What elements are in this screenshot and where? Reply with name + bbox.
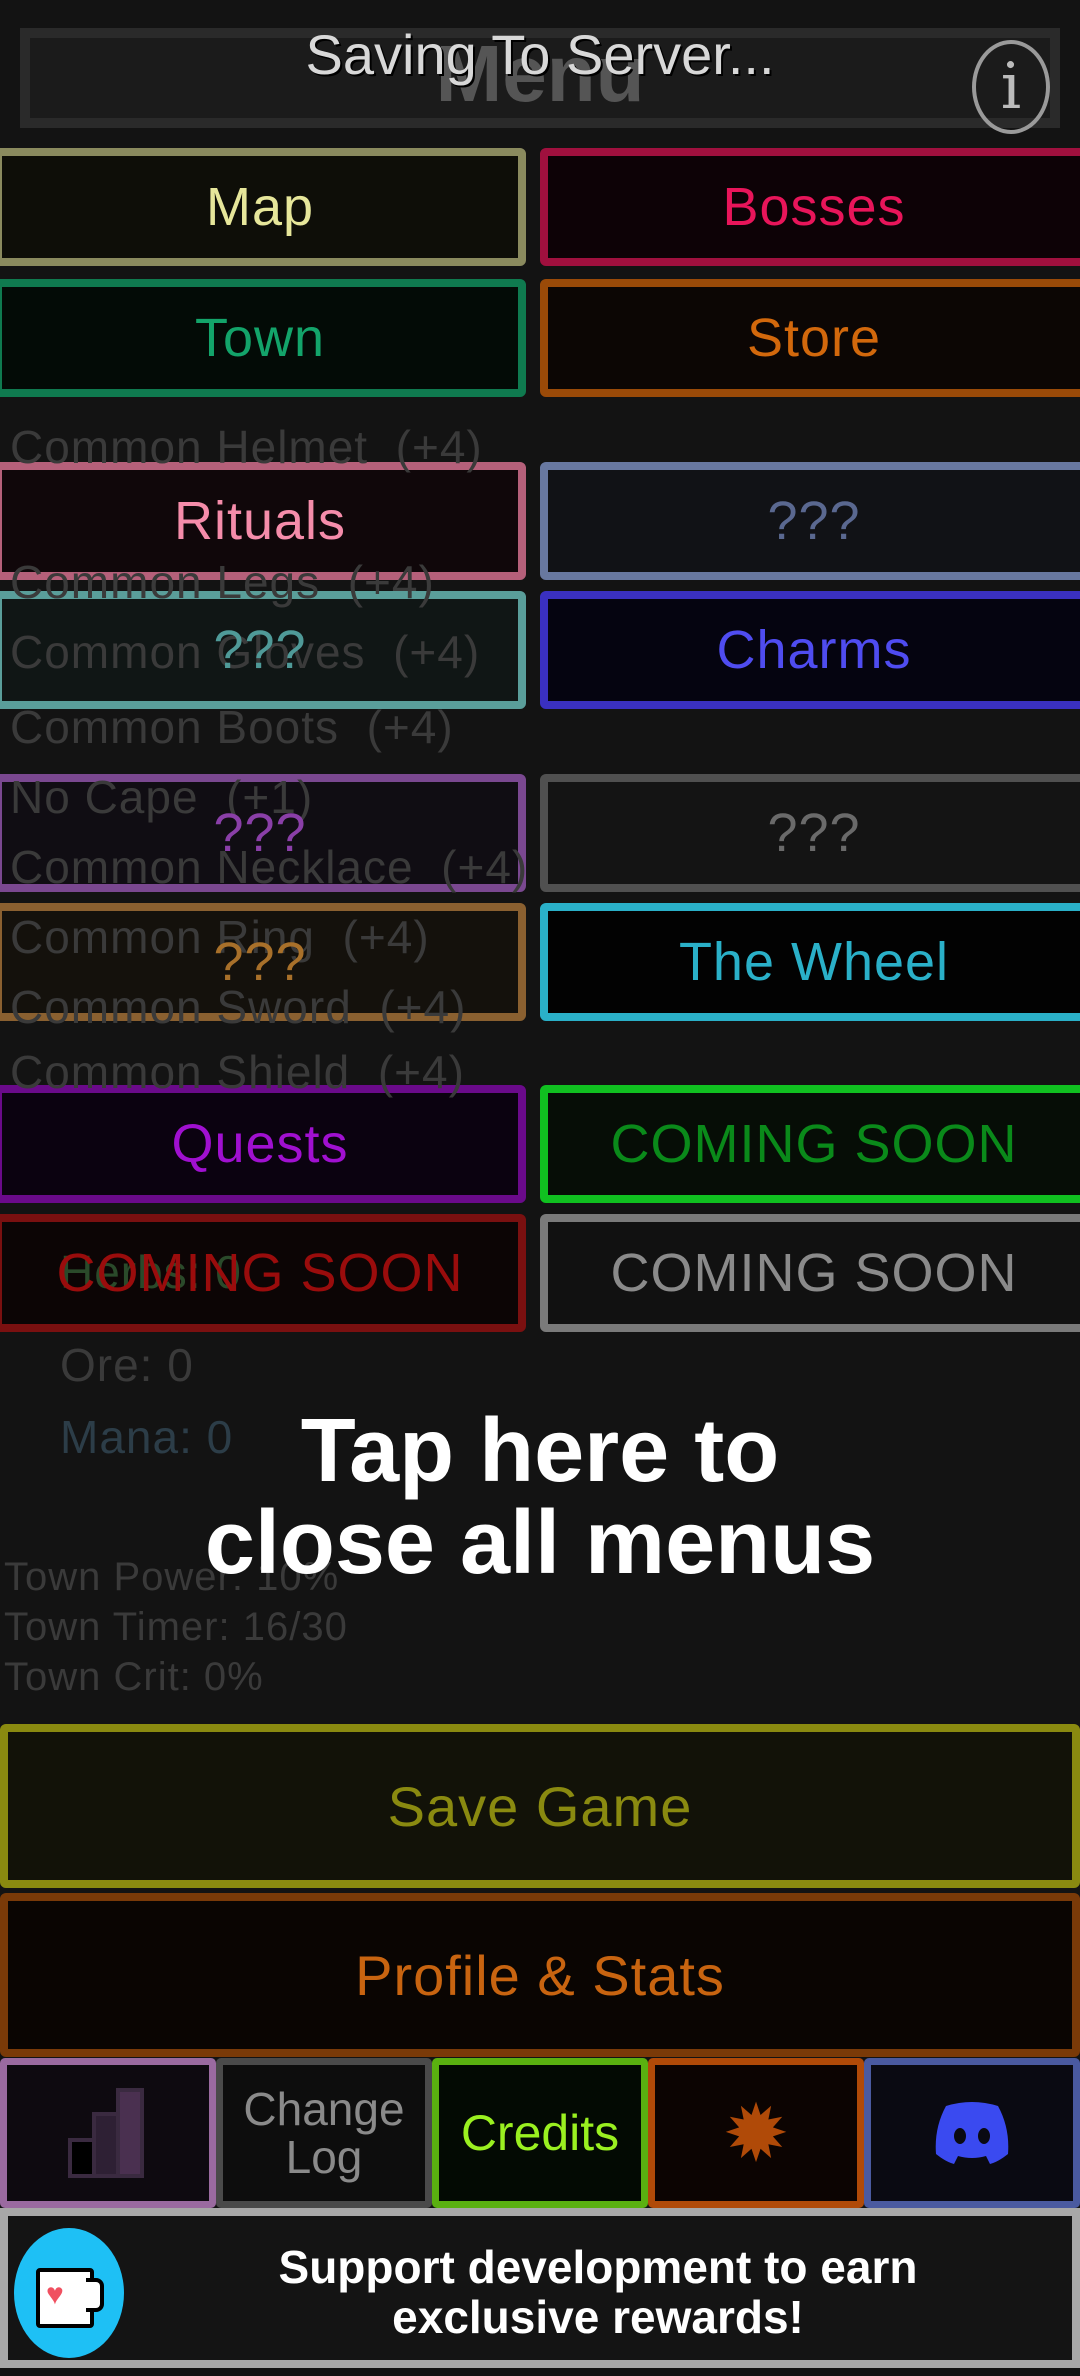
resource-ore: Ore: 0 — [60, 1339, 194, 1391]
support-text: Support development to earn exclusive re… — [278, 2241, 918, 2343]
close-hint-line-2: close all menus — [204, 1493, 876, 1593]
menu-button-quests[interactable]: Quests — [0, 1085, 526, 1203]
menu-button-label: ??? — [767, 491, 861, 551]
town-timer: Town Timer: 16/30 — [4, 1605, 348, 1649]
menu-button-locked[interactable]: ??? — [540, 462, 1080, 580]
menu-button-label: Quests — [171, 1114, 349, 1174]
menu-button-label: Store — [746, 308, 882, 368]
menu-button-map[interactable]: Map — [0, 148, 526, 266]
menu-button-coming-soon[interactable]: COMING SOON — [0, 1214, 526, 1332]
menu-button-locked[interactable]: ??? — [0, 774, 526, 892]
menu-button-label: ??? — [213, 620, 307, 680]
profile-stats-button[interactable]: Profile & Stats — [0, 1893, 1080, 2057]
support-banner[interactable]: ♥ Support development to earn exclusive … — [0, 2208, 1080, 2368]
settings-button[interactable]: ✹ — [648, 2058, 864, 2208]
menu-button-charms[interactable]: Charms — [540, 591, 1080, 709]
menu-button-label: ??? — [767, 803, 861, 863]
info-icon[interactable]: i — [972, 40, 1050, 134]
changelog-button[interactable]: Change Log — [216, 2058, 432, 2208]
menu-button-locked[interactable]: ??? — [0, 591, 526, 709]
profile-stats-label: Profile & Stats — [355, 1943, 725, 2007]
menu-button-label: Bosses — [722, 177, 906, 237]
menu-button-label: ??? — [213, 932, 307, 992]
kofi-cup-heart-icon: ♥ — [14, 2228, 124, 2358]
menu-button-label: COMING SOON — [610, 1114, 1018, 1174]
menu-button-label: The Wheel — [678, 932, 950, 992]
menu-button-label: Map — [205, 177, 315, 237]
leaderboard-bars-icon — [68, 2088, 144, 2178]
credits-label: Credits — [460, 2105, 620, 2161]
discord-button[interactable] — [864, 2058, 1080, 2208]
menu-button-label: ??? — [213, 803, 307, 863]
menu-button-town[interactable]: Town — [0, 279, 526, 397]
menu-button-label: COMING SOON — [56, 1243, 464, 1303]
menu-button-label: COMING SOON — [610, 1243, 1018, 1303]
menu-button-the-wheel[interactable]: The Wheel — [540, 903, 1080, 1021]
save-game-button[interactable]: Save Game — [0, 1724, 1080, 1888]
menu-button-label: Rituals — [173, 491, 347, 551]
close-hint-line-1: Tap here to — [300, 1401, 780, 1501]
changelog-label: Change Log — [243, 2083, 405, 2183]
menu-button-locked[interactable]: ??? — [0, 903, 526, 1021]
menu-button-coming-soon[interactable]: COMING SOON — [540, 1085, 1080, 1203]
menu-button-rituals[interactable]: Rituals — [0, 462, 526, 580]
gear-icon: ✹ — [722, 2088, 790, 2178]
close-menus-hint[interactable]: Tap here to close all menus — [0, 1405, 1080, 1589]
menu-button-store[interactable]: Store — [540, 279, 1080, 397]
credits-button[interactable]: Credits — [432, 2058, 648, 2208]
menu-button-label: Town — [194, 308, 326, 368]
menu-button-locked[interactable]: ??? — [540, 774, 1080, 892]
town-crit: Town Crit: 0% — [4, 1655, 264, 1699]
menu-button-bosses[interactable]: Bosses — [540, 148, 1080, 266]
menu-button-coming-soon[interactable]: COMING SOON — [540, 1214, 1080, 1332]
saving-status: Saving To Server... — [305, 23, 775, 86]
discord-icon — [935, 2102, 1009, 2164]
menu-button-label: Charms — [716, 620, 912, 680]
save-game-label: Save Game — [387, 1774, 693, 1838]
leaderboard-button[interactable] — [0, 2058, 216, 2208]
